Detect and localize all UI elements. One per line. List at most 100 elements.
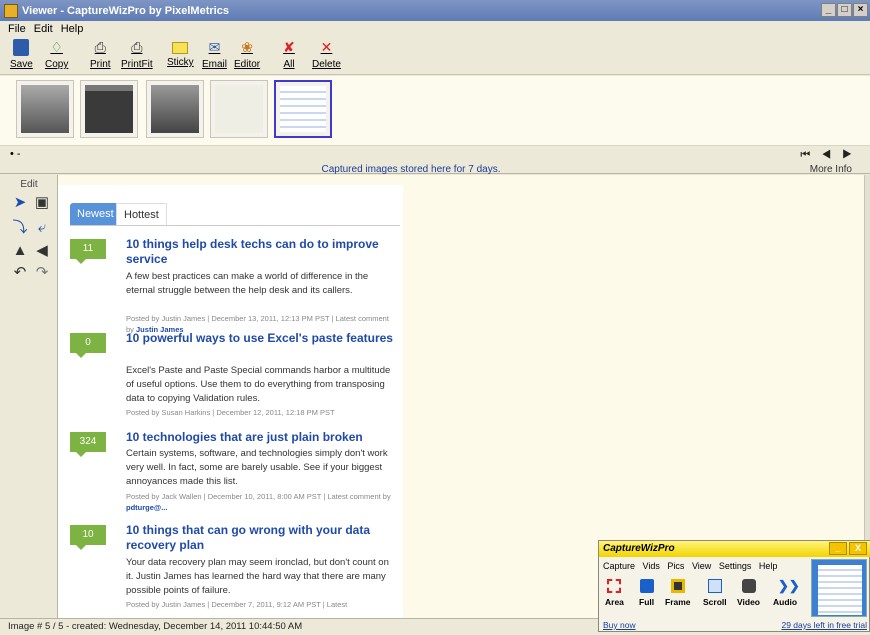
rotate-left-icon[interactable]: ⤶ [34,220,50,236]
thumbnail-selected[interactable] [274,80,332,138]
copy-icon: ♢ [50,39,63,55]
comment-count-badge[interactable]: 324 [70,432,106,457]
fullscreen-icon [639,579,654,593]
video-camera-icon [741,579,756,593]
captured-page: Newest Hottest 11 10 things help desk te… [58,185,403,618]
email-button[interactable]: ✉ Email [202,39,227,70]
edit-label: Edit [20,179,38,190]
print-button[interactable]: ⎙ Print [90,39,111,70]
tab-divider [70,225,400,226]
video-capture-button[interactable]: Video [737,579,760,607]
tab-hottest[interactable]: Hottest [116,203,167,225]
email-icon: ✉ [208,39,221,55]
flip-vertical-icon[interactable]: ◀ [34,243,50,259]
article-title[interactable]: 10 things that can go wrong with your da… [126,523,396,553]
article-title[interactable]: 10 things help desk techs can do to impr… [126,237,396,267]
print-label: Print [90,59,111,70]
thumbnail-image [21,85,69,133]
thumbnail[interactable] [210,80,268,138]
thumbnail-image [151,85,199,133]
minimize-button[interactable]: _ [821,3,836,17]
menubar: File Edit Help [0,21,870,37]
buy-now-link[interactable]: Buy now [603,620,636,630]
save-button[interactable]: Save [10,39,33,70]
capturewiz-controls: _ X [829,542,867,555]
capturewiz-window: CaptureWizPro _ X Capture Vids Pics View… [598,540,870,632]
maximize-button[interactable]: □ [837,3,852,17]
article-title[interactable]: 10 technologies that are just plain brok… [126,430,396,445]
printfit-button[interactable]: ⎙ PrintFit [121,39,153,70]
frame-label: Frame [665,597,691,607]
thumbnail-strip [0,76,870,146]
more-info-link[interactable]: More Info [810,164,852,175]
status-text: Image # 5 / 5 - created: Wednesday, Dece… [8,621,303,632]
sticky-button[interactable]: Sticky [167,39,194,68]
undo-icon[interactable]: ↶ [12,265,28,281]
copy-label: Copy [45,59,69,70]
comment-count-badge[interactable]: 11 [70,239,106,264]
thumbnail-nav[interactable]: ⏮ ◀ ▶ [800,149,856,162]
cw-menu-settings[interactable]: Settings [719,561,752,571]
article-title[interactable]: 10 powerful ways to use Excel's paste fe… [126,331,396,346]
cw-menu-view[interactable]: View [692,561,711,571]
thumbnail-image [85,85,133,133]
capturewiz-minimize-button[interactable]: _ [829,542,847,555]
article-summary: Your data recovery plan may seem ironcla… [126,557,389,596]
delete-icon: ✕ [320,39,333,55]
delete-all-icon: ✘ [283,39,295,55]
article-meta: Posted by Jack Wallen | December 10, 201… [126,491,396,513]
delete-button[interactable]: ✕ Delete [312,39,341,70]
printer-icon: ⎙ [94,39,106,55]
email-label: Email [202,59,228,70]
preview-page [818,565,862,615]
frame-capture-button[interactable]: Frame [665,579,691,607]
fit-window-icon[interactable]: ▣ [34,195,50,211]
cw-menu-vids[interactable]: Vids [643,561,660,571]
thumbnail-image [215,85,263,133]
strip-indicator: • - [10,148,21,160]
rotate-right-icon[interactable]: ⤵ [12,220,28,236]
audio-wave-icon: ❯❯ [778,578,800,593]
comment-count-badge[interactable]: 0 [70,333,106,358]
copy-button[interactable]: ♢ Copy [45,39,68,70]
cw-menu-pics[interactable]: Pics [667,561,684,571]
menu-edit[interactable]: Edit [34,23,53,35]
video-label: Video [737,597,760,607]
thumbnail[interactable] [80,80,138,138]
thumbnail[interactable] [146,80,204,138]
sticky-label: Sticky [167,57,194,68]
window-title: Viewer - CaptureWizPro by PixelMetrics [22,4,229,17]
redo-icon[interactable]: ↷ [34,265,50,281]
area-capture-button[interactable]: Area [605,579,624,607]
thumbnail[interactable] [16,80,74,138]
comment-count-badge[interactable]: 10 [70,525,106,550]
close-button[interactable]: × [853,3,868,17]
trial-days-link[interactable]: 29 days left in free trial [781,620,867,630]
article-meta: Posted by Justin James | December 7, 201… [126,600,348,609]
editor-button[interactable]: ❀ Editor [234,39,260,70]
article-summary: Excel's Paste and Paste Special commands… [126,365,391,404]
capturewiz-preview[interactable] [811,559,867,617]
menu-help[interactable]: Help [61,23,84,35]
capturewiz-close-button[interactable]: X [849,542,867,555]
scroll-capture-button[interactable]: Scroll [703,579,727,607]
printer-fit-icon: ⎙ [131,39,143,55]
cw-menu-capture[interactable]: Capture [603,561,635,571]
all-label: All [283,59,295,70]
cw-menu-help[interactable]: Help [759,561,778,571]
audio-capture-button[interactable]: ❯❯ Audio [773,578,800,608]
full-capture-button[interactable]: Full [639,579,654,607]
audio-label: Audio [773,597,798,607]
floppy-disk-icon [13,39,30,56]
capturewiz-title: CaptureWizPro [603,543,675,554]
delete-all-button[interactable]: ✘ All [281,39,297,70]
tab-newest[interactable]: Newest [70,203,121,225]
comment-author[interactable]: pdturge@... [126,503,167,512]
flip-horizontal-icon[interactable]: ▲ [12,243,28,259]
app-icon [4,3,18,18]
area-label: Area [605,597,624,607]
article-summary: Certain systems, software, and technolog… [126,448,388,487]
menu-file[interactable]: File [8,23,26,35]
thumbnail-image [280,86,326,132]
zoom-in-icon[interactable]: ➤ [12,195,28,211]
